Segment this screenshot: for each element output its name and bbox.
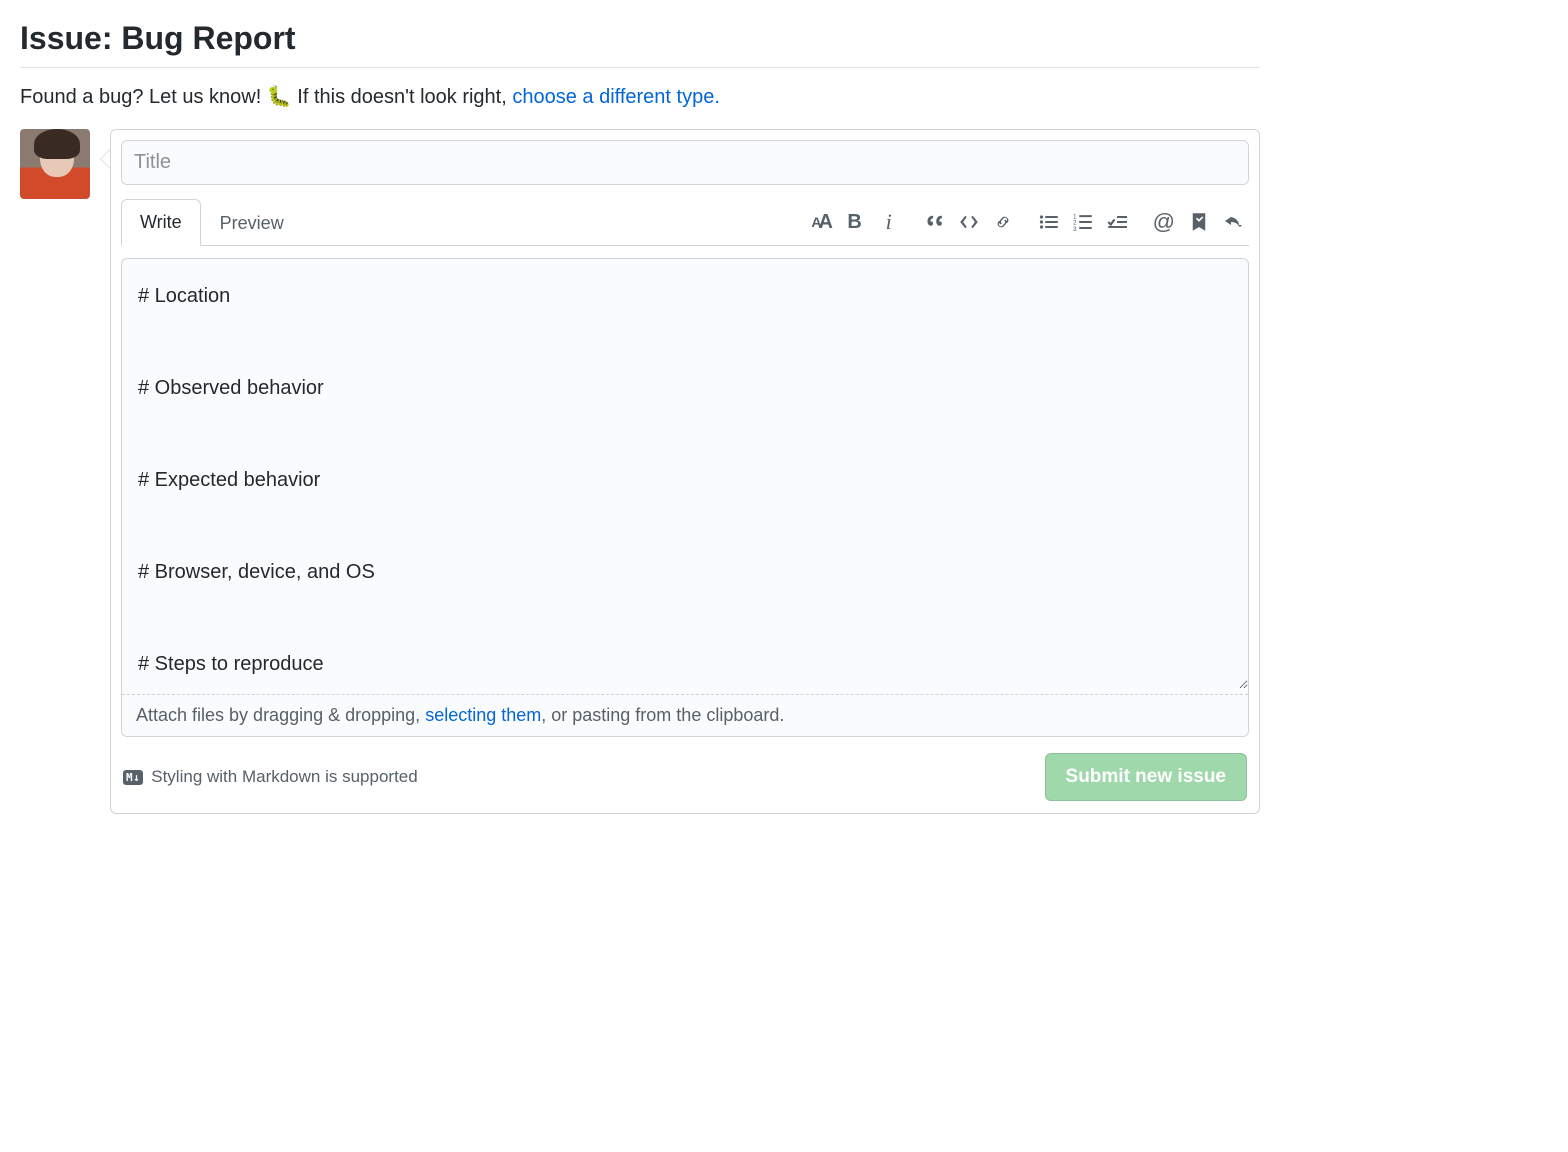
choose-different-type-link[interactable]: choose a different type. [512,86,720,108]
tab-preview[interactable]: Preview [201,200,303,246]
speech-arrow [100,149,110,169]
attach-after: , or pasting from the clipboard. [541,705,784,725]
attach-before: Attach files by dragging & dropping, [136,705,425,725]
unordered-list-icon[interactable] [1039,210,1059,234]
italic-icon[interactable]: i [879,210,899,234]
avatar[interactable] [20,129,90,199]
markdown-support[interactable]: M↓ Styling with Markdown is supported [123,767,418,787]
intro-text: Found a bug? Let us know! 🐛 If this does… [20,84,1260,109]
page-title: Issue: Bug Report [20,20,1260,68]
attach-select-link[interactable]: selecting them [425,705,541,725]
intro-prefix: Found a bug? Let us know! 🐛 If this does… [20,86,512,108]
mention-icon[interactable]: @ [1153,210,1175,234]
bookmark-icon[interactable] [1189,210,1209,234]
submit-new-issue-button[interactable]: Submit new issue [1045,753,1247,801]
markdown-support-text: Styling with Markdown is supported [151,767,417,787]
link-icon[interactable] [993,210,1013,234]
svg-text:3: 3 [1073,226,1077,232]
reply-icon[interactable] [1223,210,1243,234]
tab-bar: Write Preview AA B i [121,199,1249,246]
task-list-icon[interactable] [1107,210,1127,234]
attach-hint[interactable]: Attach files by dragging & dropping, sel… [122,694,1248,736]
ordered-list-icon[interactable]: 123 [1073,210,1093,234]
body-wrap: Attach files by dragging & dropping, sel… [121,258,1249,737]
toolbar: AA B i [811,210,1249,234]
heading-icon[interactable]: AA [811,210,831,234]
markdown-badge-icon: M↓ [123,770,143,785]
code-icon[interactable] [959,210,979,234]
body-textarea[interactable] [122,259,1248,689]
bold-icon[interactable]: B [845,210,865,234]
title-input[interactable] [121,140,1249,185]
issue-editor: Write Preview AA B i [110,129,1260,814]
quote-icon[interactable] [925,210,945,234]
tab-write[interactable]: Write [121,199,201,246]
